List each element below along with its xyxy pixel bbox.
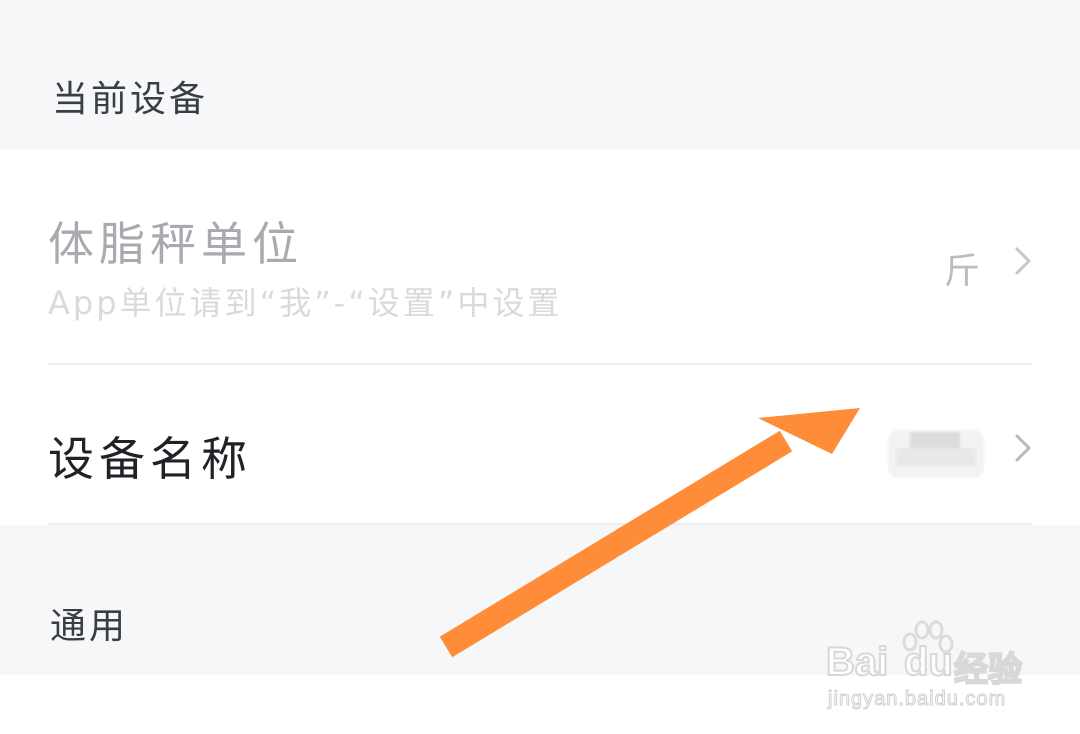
watermark-url: jingyan.baidu.com xyxy=(827,688,1007,711)
section-title: 通用 xyxy=(50,606,129,647)
row-subtitle: App单位请到“我”-“设置”中设置 xyxy=(48,284,563,322)
watermark-brand-cn: 经验 xyxy=(953,649,1023,691)
redacted-device-name xyxy=(888,430,984,478)
settings-row-scale-unit[interactable]: 体脂秤单位 App单位请到“我”-“设置”中设置 斤 xyxy=(0,150,1080,365)
row-value: 斤 xyxy=(944,251,981,292)
watermark-brand: Bai xyxy=(825,639,889,685)
chevron-right-icon xyxy=(1015,434,1031,462)
section-title: 当前设备 xyxy=(52,79,209,120)
section-header-current-device: 当前设备 xyxy=(0,0,1080,150)
row-title: 设备名称 xyxy=(48,432,252,486)
chevron-right-icon xyxy=(1015,247,1031,275)
row-title: 体脂秤单位 xyxy=(48,217,303,271)
watermark-brand-paw: du xyxy=(903,639,954,685)
baidu-watermark: Bai du 经验 jingyan.baidu.com xyxy=(825,620,1026,720)
